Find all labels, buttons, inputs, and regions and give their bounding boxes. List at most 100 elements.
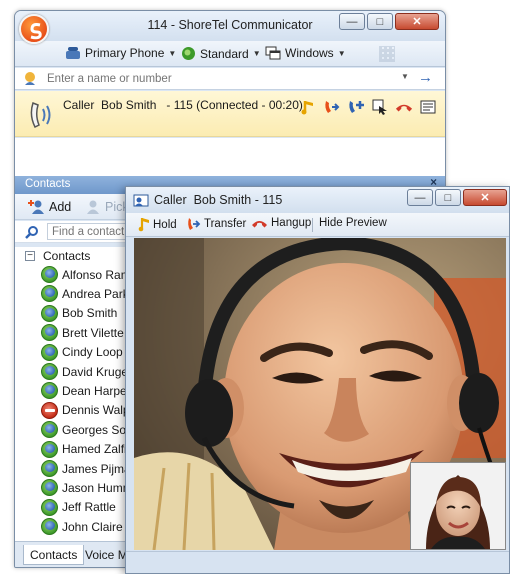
search-icon: [25, 226, 38, 239]
primary-phone-menu[interactable]: Primary Phone ▼: [65, 46, 176, 60]
contact-name: John Claire: [62, 519, 123, 534]
contact-name: Cindy Loop: [62, 345, 123, 360]
mode-label: Standard: [200, 46, 249, 61]
presence-available-icon: [41, 518, 58, 536]
maximize-button[interactable]: □: [435, 189, 461, 206]
mode-menu[interactable]: Standard ▼: [181, 46, 261, 61]
active-call-row[interactable]: Caller Bob Smith - 115 (Connected - 00:2…: [15, 91, 445, 137]
phone-icon: [66, 47, 80, 59]
transfer-label: Transfer: [204, 218, 247, 230]
windows-icon: [265, 46, 281, 60]
windows-label: Windows: [285, 46, 334, 60]
main-toolbar: Primary Phone ▼ Standard ▼ Windows ▼: [15, 41, 445, 67]
presence-available-icon: [41, 285, 58, 303]
remote-video-feed: [134, 238, 506, 550]
list-item[interactable]: Hamed Zalfi: [41, 440, 127, 459]
primary-phone-label: Primary Phone: [85, 46, 165, 60]
close-button[interactable]: ✕: [395, 13, 439, 30]
contact-name: Jeff Rattle: [62, 500, 116, 515]
chevron-down-icon: ▼: [337, 48, 346, 58]
title-bar: 114 - ShoreTel Communicator — □ ✕: [15, 11, 445, 41]
pick-icon: [87, 200, 99, 214]
call-area-blank: [15, 138, 445, 176]
transfer-icon[interactable]: [323, 98, 341, 116]
maximize-button[interactable]: □: [367, 13, 393, 30]
contact-name: David Kruger: [62, 364, 133, 379]
contact-name: Brett Vilette: [62, 325, 124, 340]
presence-available-icon: [41, 324, 58, 342]
toolbar-divider: [312, 218, 313, 232]
pickup-icon[interactable]: [371, 98, 389, 116]
hold-button[interactable]: Hold: [138, 217, 177, 232]
contact-name: Hamed Zalfi: [62, 442, 127, 457]
chevron-down-icon: ▼: [252, 49, 261, 58]
chevron-down-icon[interactable]: ▼: [401, 72, 409, 81]
list-item[interactable]: David Kruger: [41, 362, 132, 381]
hangup-icon[interactable]: [395, 98, 413, 116]
dial-search-input[interactable]: [45, 71, 385, 87]
presence-available-icon: [41, 498, 58, 516]
hold-label: Hold: [153, 218, 177, 231]
close-button[interactable]: ✕: [463, 189, 507, 206]
transfer-button[interactable]: Transfer: [186, 217, 246, 231]
video-status-bar: [126, 551, 509, 573]
local-video-preview[interactable]: [410, 462, 506, 550]
hangup-icon: [252, 221, 267, 228]
video-call-icon: [133, 194, 149, 207]
shoretel-logo[interactable]: [19, 14, 49, 44]
presence-available-icon: [41, 440, 58, 458]
presence-available-icon: [41, 363, 58, 380]
minimize-button[interactable]: —: [339, 13, 365, 30]
add-contact-button[interactable]: Add: [27, 199, 71, 215]
contacts-panel-title: Contacts: [25, 178, 71, 190]
conference-icon[interactable]: [347, 98, 365, 116]
tab-contacts[interactable]: Contacts: [23, 545, 85, 565]
pick-button[interactable]: Pick: [85, 199, 129, 215]
hide-preview-label: Hide Preview: [319, 217, 387, 229]
hangup-button[interactable]: Hangup: [251, 217, 311, 229]
contacts-group-label: Contacts: [43, 249, 91, 263]
grid-icon[interactable]: [379, 46, 395, 62]
collapse-icon[interactable]: −: [25, 251, 35, 261]
list-item[interactable]: Brett Vilette: [41, 323, 124, 342]
windows-menu[interactable]: Windows ▼: [265, 46, 346, 60]
list-item[interactable]: James Pijman: [41, 459, 137, 478]
presence-available-icon: [41, 304, 58, 322]
presence-available-icon: [41, 479, 58, 497]
active-call-text: Caller Bob Smith - 115 (Connected - 00:2…: [63, 98, 303, 112]
add-user-icon: [28, 200, 44, 214]
notes-icon[interactable]: [419, 98, 437, 116]
video-title-bar: Caller Bob Smith - 115 — □ ✕: [126, 187, 509, 213]
contact-name: Dean Harper: [62, 383, 131, 398]
presence-busy-icon: [41, 401, 58, 419]
video-toolbar: Hold Transfer Hangup Hide Preview: [126, 213, 509, 237]
chevron-down-icon: ▼: [168, 48, 177, 58]
hide-preview-button[interactable]: Hide Preview: [319, 217, 387, 229]
hangup-label: Hangup: [271, 217, 312, 229]
transfer-icon: [188, 218, 201, 230]
window-controls: — □ ✕: [339, 13, 439, 30]
presence-available-icon: [41, 421, 58, 439]
self-view-video: [411, 463, 505, 549]
call-action-buttons: [299, 98, 437, 116]
presence-available-icon: [41, 266, 58, 283]
status-globe-icon: [182, 47, 195, 60]
contact-name: Bob Smith: [62, 306, 118, 321]
presence-available-icon: [41, 382, 58, 400]
presence-available-icon: [41, 343, 58, 361]
list-item[interactable]: Jeff Rattle: [41, 498, 116, 517]
minimize-button[interactable]: —: [407, 189, 433, 206]
contact-search-icon: [25, 72, 35, 85]
go-arrow-icon[interactable]: →: [418, 69, 433, 86]
video-call-window: Caller Bob Smith - 115 — □ ✕ Hold Transf…: [125, 186, 510, 574]
hold-icon[interactable]: [299, 98, 317, 116]
list-item[interactable]: Dennis Walpe: [41, 401, 136, 420]
active-call-icon: [30, 102, 51, 129]
list-item[interactable]: Dean Harper: [41, 381, 131, 400]
video-window-title: Caller Bob Smith - 115: [154, 193, 283, 207]
hold-icon: [138, 218, 149, 232]
dial-search-bar: ▼ →: [15, 68, 445, 90]
list-item[interactable]: John Claire: [41, 517, 123, 536]
list-item[interactable]: Bob Smith: [41, 304, 117, 323]
list-item[interactable]: Cindy Loop: [41, 343, 123, 362]
